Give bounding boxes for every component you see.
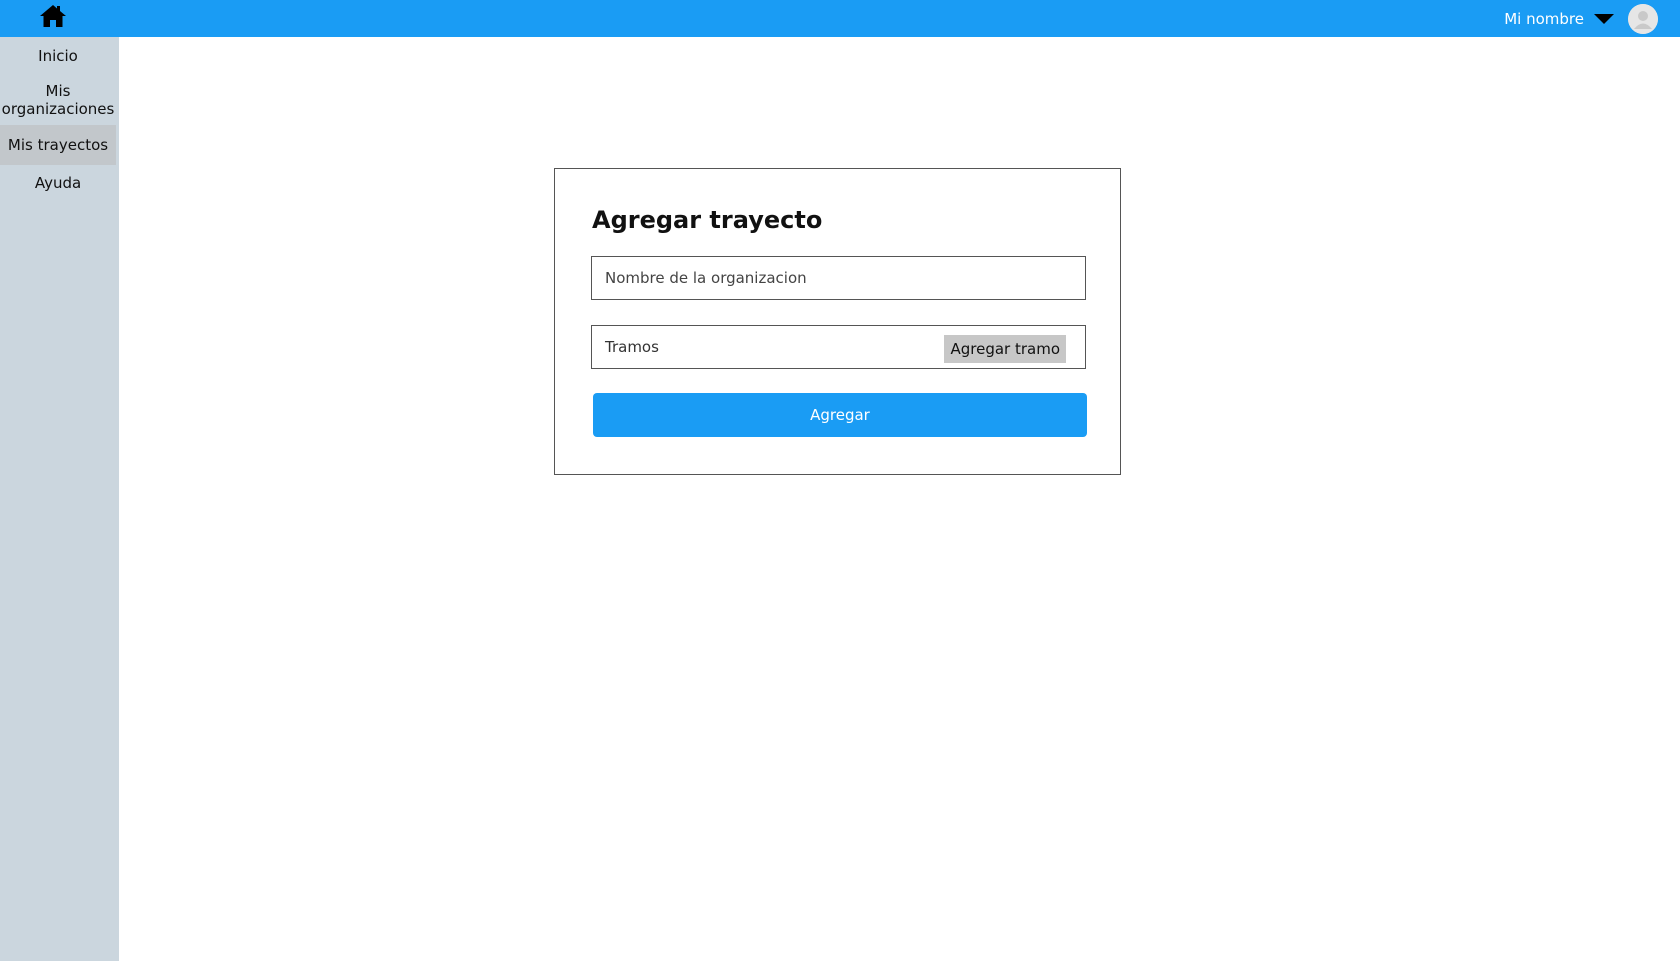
top-bar: Mi nombre (0, 0, 1680, 37)
user-avatar-icon[interactable] (1628, 3, 1658, 34)
user-name[interactable]: Mi nombre (1504, 10, 1584, 28)
tramos-label: Tramos (605, 338, 659, 356)
sidebar-item-mis-organizaciones[interactable]: Mis organizaciones (0, 75, 116, 125)
form-title: Agregar trayecto (592, 206, 823, 234)
sidebar-item-label: Mis organizaciones (1, 82, 115, 118)
organization-name-input[interactable] (591, 256, 1086, 300)
submit-button[interactable]: Agregar (593, 393, 1087, 437)
home-icon (39, 3, 67, 33)
sidebar-item-label: Mis trayectos (7, 136, 109, 154)
sidebar-item-ayuda[interactable]: Ayuda (0, 165, 116, 201)
sidebar-item-label: Inicio (38, 47, 78, 65)
sidebar-item-label: Ayuda (34, 174, 82, 192)
sidebar-item-mis-trayectos[interactable]: Mis trayectos (0, 125, 116, 165)
sidebar: Inicio Mis organizaciones Mis trayectos … (0, 37, 119, 961)
sidebar-item-inicio[interactable]: Inicio (0, 37, 116, 75)
tramos-field: Tramos Agregar tramo (591, 325, 1086, 369)
user-menu[interactable]: Mi nombre (1504, 0, 1658, 37)
home-button[interactable] (38, 4, 68, 32)
caret-down-icon[interactable] (1594, 12, 1616, 26)
add-route-form: Agregar trayecto Tramos Agregar tramo Ag… (554, 168, 1121, 475)
add-tramo-button[interactable]: Agregar tramo (944, 335, 1066, 363)
